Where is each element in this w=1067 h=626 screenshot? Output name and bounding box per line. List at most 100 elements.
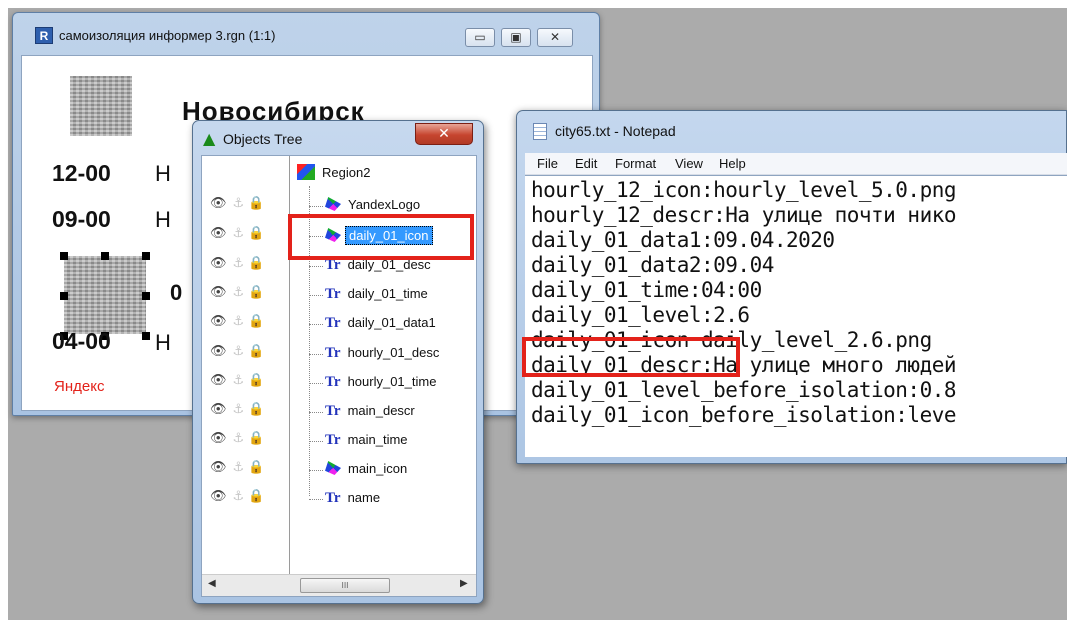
- tree-item-main-time[interactable]: Tr main_time: [325, 431, 411, 453]
- tree-item-main-descr[interactable]: Tr main_descr: [325, 402, 418, 424]
- tree-connector: [309, 412, 323, 413]
- anchor-icon[interactable]: ⚓: [233, 285, 245, 300]
- eye-icon[interactable]: 👁: [210, 314, 227, 329]
- eye-icon[interactable]: 👁: [210, 489, 227, 504]
- object-flags-row: 👁 ⚓ 🔒: [210, 285, 264, 307]
- resize-handle[interactable]: [101, 252, 109, 260]
- anchor-icon[interactable]: ⚓: [233, 431, 245, 446]
- anchor-icon[interactable]: ⚓: [233, 256, 245, 271]
- object-flags-row: 👁 ⚓ 🔒: [210, 489, 264, 511]
- eye-icon[interactable]: 👁: [210, 344, 227, 359]
- highlight-box: [522, 337, 740, 377]
- minimize-button[interactable]: ▭: [465, 28, 495, 47]
- lock-icon[interactable]: 🔒: [248, 373, 264, 388]
- anchor-icon[interactable]: ⚓: [233, 196, 245, 211]
- anchor-icon[interactable]: ⚓: [233, 402, 245, 417]
- text-editor[interactable]: hourly_12_icon:hourly_level_5.0.png hour…: [525, 175, 1067, 457]
- menu-file[interactable]: File: [537, 156, 558, 171]
- menu-edit[interactable]: Edit: [575, 156, 597, 171]
- menu-help[interactable]: Help: [719, 156, 746, 171]
- object-flags-row: 👁 ⚓ 🔒: [210, 373, 264, 395]
- lock-icon[interactable]: 🔒: [248, 226, 264, 241]
- tree-item-hourly-01-desc[interactable]: Tr hourly_01_desc: [325, 344, 442, 366]
- maximize-button[interactable]: ▣: [501, 28, 531, 47]
- tree-item-daily-01-time[interactable]: Tr daily_01_time: [325, 285, 431, 307]
- app-icon: R: [35, 27, 53, 44]
- anchor-icon[interactable]: ⚓: [233, 314, 245, 329]
- highlight-box: [288, 214, 474, 260]
- anchor-icon[interactable]: ⚓: [233, 489, 245, 504]
- anchor-icon[interactable]: ⚓: [233, 460, 245, 475]
- daily-level-stub: 0: [170, 280, 183, 305]
- scroll-right-icon[interactable]: ▶: [460, 578, 468, 589]
- lock-icon[interactable]: 🔒: [248, 285, 264, 300]
- menu-bar: File Edit Format View Help: [525, 153, 1067, 175]
- lock-icon[interactable]: 🔒: [248, 314, 264, 329]
- horizontal-scrollbar[interactable]: ◀ III ▶: [202, 574, 476, 596]
- scroll-thumb[interactable]: III: [300, 578, 390, 593]
- region-icon: [297, 164, 315, 180]
- notepad-window[interactable]: city65.txt - Notepad File Edit Format Vi…: [516, 110, 1067, 464]
- lock-icon[interactable]: 🔒: [248, 344, 264, 359]
- close-button[interactable]: ✕: [537, 28, 573, 47]
- text-icon: Tr: [325, 374, 341, 390]
- preview-window-title: самоизоляция информер 3.rgn (1:1): [59, 28, 276, 43]
- text-line: daily_01_level_before_isolation:0.8: [531, 378, 957, 402]
- resize-handle[interactable]: [60, 252, 68, 260]
- objects-tree-window[interactable]: ▲ Objects Tree ✕ 👁 ⚓ 🔒 👁 ⚓ 🔒 👁 ⚓ 🔒 👁 ⚓ 🔒 👁 ⚓ 🔒 👁 ⚓ 🔒…: [192, 120, 484, 604]
- lock-icon[interactable]: 🔒: [248, 431, 264, 446]
- object-flags-row: 👁 ⚓ 🔒: [210, 196, 264, 218]
- objects-tree-title: Objects Tree: [223, 131, 303, 147]
- resize-handle[interactable]: [142, 332, 150, 340]
- tree-item-daily-01-data1[interactable]: Tr daily_01_data1: [325, 314, 439, 336]
- tree-connector: [309, 266, 323, 267]
- anchor-icon[interactable]: ⚓: [233, 344, 245, 359]
- text-icon: Tr: [325, 315, 341, 331]
- daily-icon-thumbnail[interactable]: [64, 256, 146, 334]
- lock-icon[interactable]: 🔒: [248, 460, 264, 475]
- eye-icon[interactable]: 👁: [210, 373, 227, 388]
- menu-view[interactable]: View: [675, 156, 703, 171]
- eye-icon[interactable]: 👁: [210, 431, 227, 446]
- time-label: 12-00: [52, 160, 111, 186]
- eye-icon[interactable]: 👁: [210, 256, 227, 271]
- text-line: hourly_12_descr:На улице почти нико: [531, 203, 957, 227]
- text-icon: Tr: [325, 403, 341, 419]
- lock-icon[interactable]: 🔒: [248, 402, 264, 417]
- tree-item-region[interactable]: Region2: [297, 164, 373, 186]
- eye-icon[interactable]: 👁: [210, 196, 227, 211]
- tree-connector: [309, 499, 323, 500]
- eye-icon[interactable]: 👁: [210, 226, 227, 241]
- tree-item-hourly-01-time[interactable]: Tr hourly_01_time: [325, 373, 439, 395]
- tree-item-name[interactable]: Tr name: [325, 489, 383, 511]
- description-stub: Н: [155, 330, 171, 355]
- preview-titlebar[interactable]: R самоизоляция информер 3.rgn (1:1) ▭ ▣ …: [13, 13, 599, 51]
- eye-icon[interactable]: 👁: [210, 285, 227, 300]
- notepad-title: city65.txt - Notepad: [555, 123, 676, 139]
- anchor-icon[interactable]: ⚓: [233, 373, 245, 388]
- text-icon: Tr: [325, 490, 341, 506]
- menu-format[interactable]: Format: [615, 156, 656, 171]
- close-button[interactable]: ✕: [415, 123, 473, 145]
- lock-icon[interactable]: 🔒: [248, 196, 264, 211]
- anchor-icon[interactable]: ⚓: [233, 226, 245, 241]
- tree-item-label: YandexLogo: [348, 197, 421, 212]
- resize-handle[interactable]: [142, 252, 150, 260]
- scroll-left-icon[interactable]: ◀: [208, 578, 216, 589]
- object-flags-row: 👁 ⚓ 🔒: [210, 256, 264, 278]
- object-icon: [325, 197, 341, 211]
- resize-handle[interactable]: [60, 292, 68, 300]
- lock-icon[interactable]: 🔒: [248, 256, 264, 271]
- visibility-column: 👁 ⚓ 🔒 👁 ⚓ 🔒 👁 ⚓ 🔒 👁 ⚓ 🔒 👁 ⚓ 🔒 👁 ⚓ 🔒 👁 ⚓ 🔒 👁 ⚓ 🔒 👁 ⚓ 🔒 👁 ⚓ 🔒 …: [202, 156, 290, 574]
- tree-connector: [309, 470, 323, 471]
- eye-icon[interactable]: 👁: [210, 460, 227, 475]
- eye-icon[interactable]: 👁: [210, 402, 227, 417]
- lock-icon[interactable]: 🔒: [248, 489, 264, 504]
- text-line: daily_01_time:04:00: [531, 278, 762, 302]
- tree-item-label: main_descr: [347, 403, 415, 418]
- resize-handle[interactable]: [142, 292, 150, 300]
- text-line: daily_01_level:2.6: [531, 303, 750, 327]
- tree-item-label: main_time: [347, 432, 408, 447]
- tree-item-main-icon[interactable]: main_icon: [325, 460, 410, 482]
- tree-item-label: name: [347, 490, 381, 505]
